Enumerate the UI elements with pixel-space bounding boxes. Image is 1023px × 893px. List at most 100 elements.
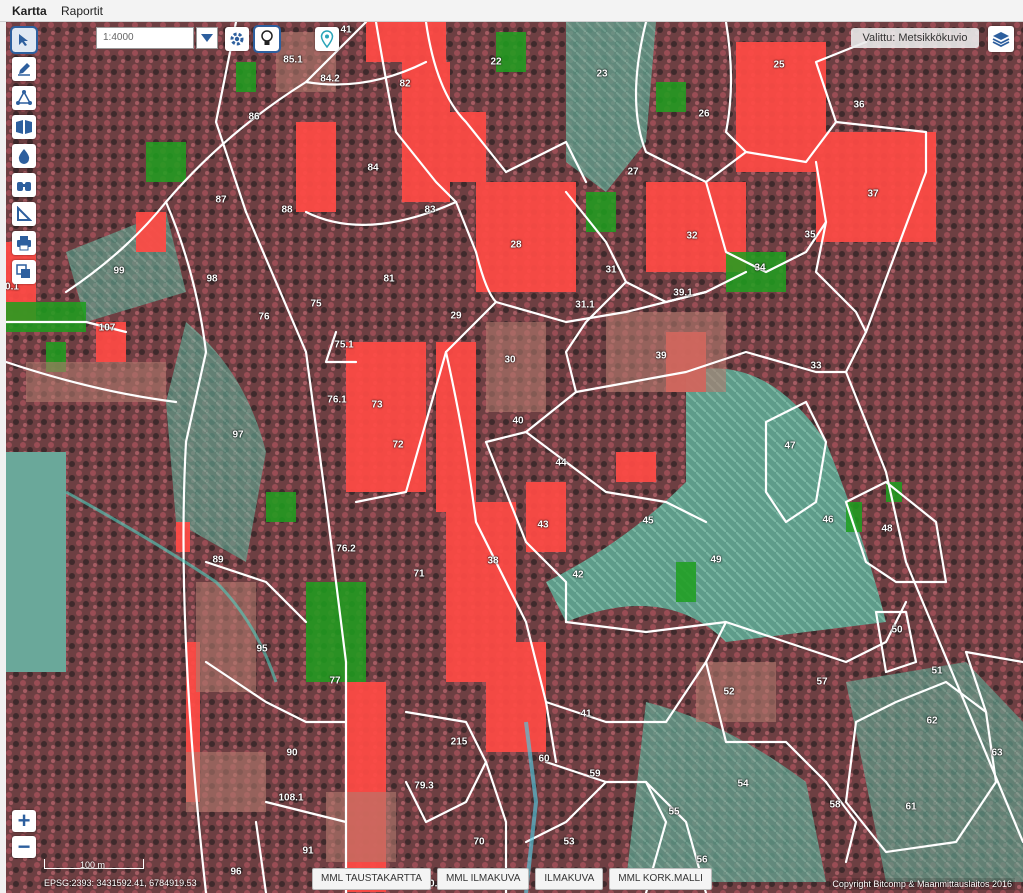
parcel-label: 56	[696, 854, 708, 866]
parcel-label: 41	[340, 24, 352, 36]
selected-layer-label: Valittu: Metsikkökuvio	[851, 28, 979, 48]
parcel-label: 32	[686, 230, 698, 242]
parcel-label: 40	[512, 415, 524, 427]
parcel-label: 77	[329, 675, 341, 687]
parcel-label: 96	[230, 866, 242, 878]
vertex-icon	[16, 90, 32, 105]
parcel-label: 89	[212, 554, 224, 566]
parcel-label: 86	[248, 111, 260, 123]
zoom-out-button[interactable]: −	[12, 836, 36, 858]
parcel-label: 33	[810, 360, 822, 372]
chevron-down-icon	[201, 34, 213, 42]
parcel-label: 71	[413, 568, 425, 580]
parcel-label: 27	[627, 166, 639, 178]
location-button[interactable]	[315, 27, 339, 51]
copyright-notice: Copyright Bitcomp & Maanmittauslaitos 20…	[829, 878, 1015, 890]
parcel-label: 54	[737, 778, 749, 790]
draw-tool[interactable]	[12, 57, 36, 81]
parcel-label: 47	[784, 440, 796, 452]
parcel-label: 59	[589, 768, 601, 780]
scale-dropdown-button[interactable]	[196, 27, 218, 49]
parcel-label: 55	[668, 806, 680, 818]
parcel-label: 51	[931, 665, 943, 677]
coordinate-values: 3431592.41, 6784919.53	[96, 878, 197, 888]
zoom-in-button[interactable]: +	[12, 810, 36, 832]
copy-icon	[16, 264, 30, 278]
parcel-label: 76.2	[336, 543, 356, 555]
parcel-label: 97	[232, 429, 244, 441]
basemap-taustakartta[interactable]: MML TAUSTAKARTTA	[312, 868, 431, 890]
parcel-label: 215	[450, 736, 468, 748]
parcel-label: 36	[853, 99, 865, 111]
parcel-label: 83	[424, 204, 436, 216]
parcel-label: 76	[258, 311, 270, 323]
coordinate-readout: EPSG:2393: 3431592.41, 6784919.53	[44, 878, 197, 888]
parcel-label: 75.1	[334, 339, 354, 351]
split-polygon-icon	[16, 120, 32, 134]
parcel-label: 37	[867, 188, 879, 200]
parcel-label: 82	[399, 78, 411, 90]
layers-button[interactable]	[988, 26, 1014, 52]
parcel-label: 62	[926, 715, 938, 727]
drop-icon	[18, 149, 30, 164]
map-toolbar	[10, 26, 38, 289]
scale-select[interactable]: 1:4000	[96, 27, 194, 49]
measure-tool[interactable]	[12, 202, 36, 226]
parcel-label: 108.1	[278, 792, 304, 804]
print-tool[interactable]	[12, 231, 36, 255]
parcel-label: 34	[754, 262, 766, 274]
parcel-label: 76.1	[327, 394, 347, 406]
parcel-label: 45	[642, 515, 654, 527]
tab-raportit[interactable]: Raportit	[61, 4, 103, 18]
basemap-mml-ilmakuva[interactable]: MML ILMAKUVA	[436, 868, 530, 890]
parcel-label: 26	[698, 108, 710, 120]
parcel-label: 39	[655, 350, 667, 362]
parcel-label: 73	[371, 399, 383, 411]
aerial-image	[6, 22, 1023, 893]
parcel-label: 107	[98, 322, 116, 334]
parcel-label: 79.3	[414, 780, 434, 792]
copy-tool[interactable]	[12, 260, 36, 284]
parcel-label: 84.2	[320, 73, 340, 85]
parcel-label: 22	[490, 56, 502, 68]
parcel-label: 48	[881, 523, 893, 535]
parcel-label: 90	[286, 747, 298, 759]
hand-tool[interactable]	[12, 173, 36, 197]
parcel-label: 84	[367, 162, 379, 174]
parcel-label: 42	[572, 569, 584, 581]
split-tool[interactable]	[12, 115, 36, 139]
parcel-label: 53	[563, 836, 575, 848]
edit-vertex-tool[interactable]	[12, 86, 36, 110]
parcel-label: 70	[473, 836, 485, 848]
map-view[interactable]: 41 85.1 84.2 22 23 25 36 82 86 26 84 27 87 88 83 37 28 32…	[6, 22, 1023, 893]
print-icon	[17, 236, 31, 251]
settings-button[interactable]	[225, 27, 249, 51]
basemap-ilmakuva[interactable]: ILMAKUVA	[535, 868, 604, 890]
pencil-icon	[18, 63, 30, 76]
tab-kartta[interactable]: Kartta	[12, 4, 47, 18]
parcel-label: 75	[310, 298, 322, 310]
gear-icon	[230, 32, 244, 46]
parcel-label: 61	[905, 801, 917, 813]
parcel-label: 95	[256, 643, 268, 655]
parcel-label: 31.1	[575, 299, 595, 311]
parcel-label: 58	[829, 799, 841, 811]
parcel-label: 43	[537, 519, 549, 531]
binoculars-icon	[17, 182, 31, 191]
scale-bar-label: 100 m	[80, 860, 106, 870]
parcel-label: 28	[510, 239, 522, 251]
basemap-korkeusmalli[interactable]: MML KORK.MALLI	[609, 868, 712, 890]
parcel-label: 30	[504, 354, 516, 366]
parcel-label: 50	[891, 624, 903, 636]
merge-tool[interactable]	[12, 144, 36, 168]
parcel-label: 46	[822, 514, 834, 526]
lightbulb-icon	[261, 30, 273, 45]
parcel-label: 72	[392, 439, 404, 451]
parcel-label: 23	[596, 68, 608, 80]
parcel-label: 98	[206, 273, 218, 285]
parcel-label: 52	[723, 686, 735, 698]
select-tool[interactable]	[10, 26, 38, 54]
layers-icon	[992, 32, 1010, 48]
parcel-label: 87	[215, 194, 227, 206]
info-tool-button[interactable]	[253, 25, 281, 53]
